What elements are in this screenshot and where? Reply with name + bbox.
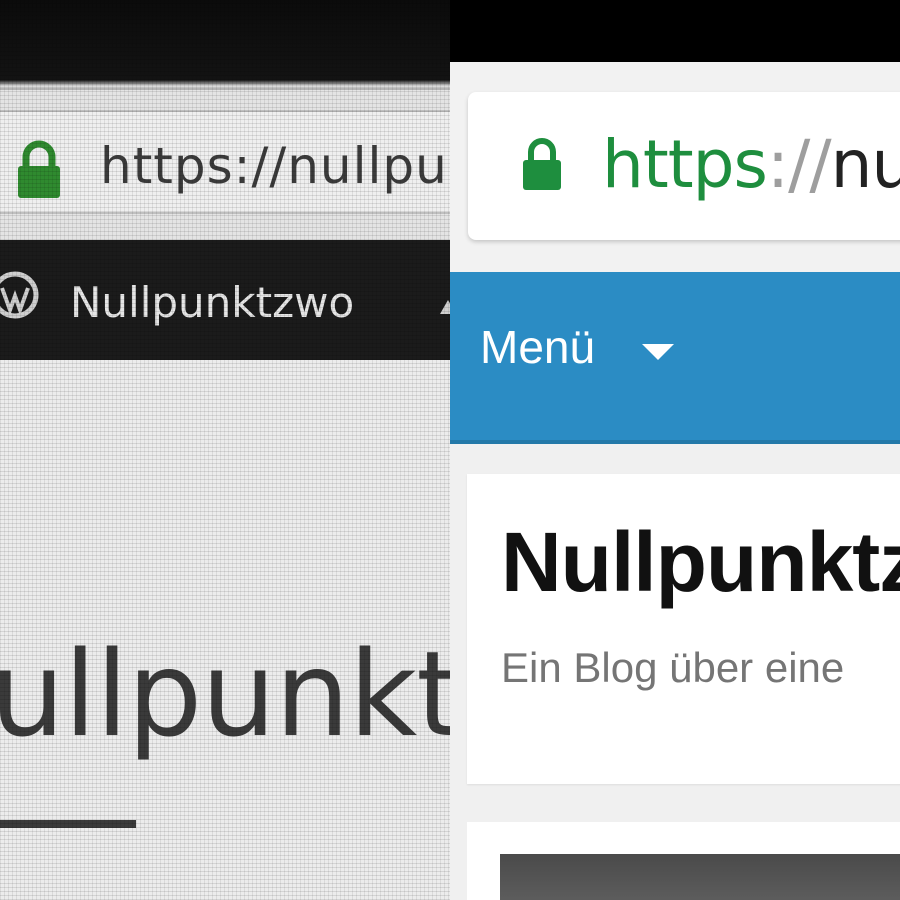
- mobile-browser-toolbar: https://nul: [450, 62, 900, 272]
- desktop-url-field[interactable]: https://nullpu: [0, 110, 450, 214]
- admin-bar-site-name[interactable]: Nullpunktzwo: [70, 278, 354, 327]
- mobile-url-field[interactable]: https://nul: [468, 92, 900, 240]
- menu-toggle-label[interactable]: Menü: [480, 320, 595, 374]
- site-tagline: Ein Blog über eine: [501, 644, 845, 691]
- admin-bar-next-item[interactable]: [440, 300, 450, 314]
- site-header-card: Nullpunktz Ein Blog über eine: [467, 474, 900, 784]
- url-host: nul: [830, 126, 900, 203]
- wordpress-icon[interactable]: [0, 270, 40, 320]
- caret-down-icon[interactable]: [642, 344, 674, 360]
- url-scheme: https: [602, 126, 768, 203]
- site-navigation-bar: Menü: [450, 272, 900, 444]
- url-separator: ://: [766, 126, 832, 203]
- desktop-photo-panel: https://nullpu Nullpunktzwo ullpunkt: [0, 0, 450, 900]
- desktop-url-text: https://nullpu: [100, 137, 448, 195]
- mobile-screenshot-panel: https://nul Menü Nullpunktz Ein Blog übe…: [450, 62, 900, 900]
- site-title[interactable]: Nullpunktz: [501, 514, 900, 611]
- lock-icon[interactable]: [14, 140, 64, 200]
- mobile-url-text: https://nul: [602, 126, 900, 203]
- desktop-site-headline[interactable]: ullpunkt: [0, 625, 450, 763]
- post-featured-image[interactable]: [500, 854, 900, 900]
- desktop-address-bar: https://nullpu: [0, 88, 450, 240]
- lock-icon[interactable]: [520, 136, 564, 192]
- desktop-content-area: ullpunkt: [0, 360, 450, 900]
- post-card: [467, 822, 900, 900]
- headline-underline: [0, 820, 136, 828]
- wp-admin-bar: Nullpunktzwo: [0, 240, 450, 360]
